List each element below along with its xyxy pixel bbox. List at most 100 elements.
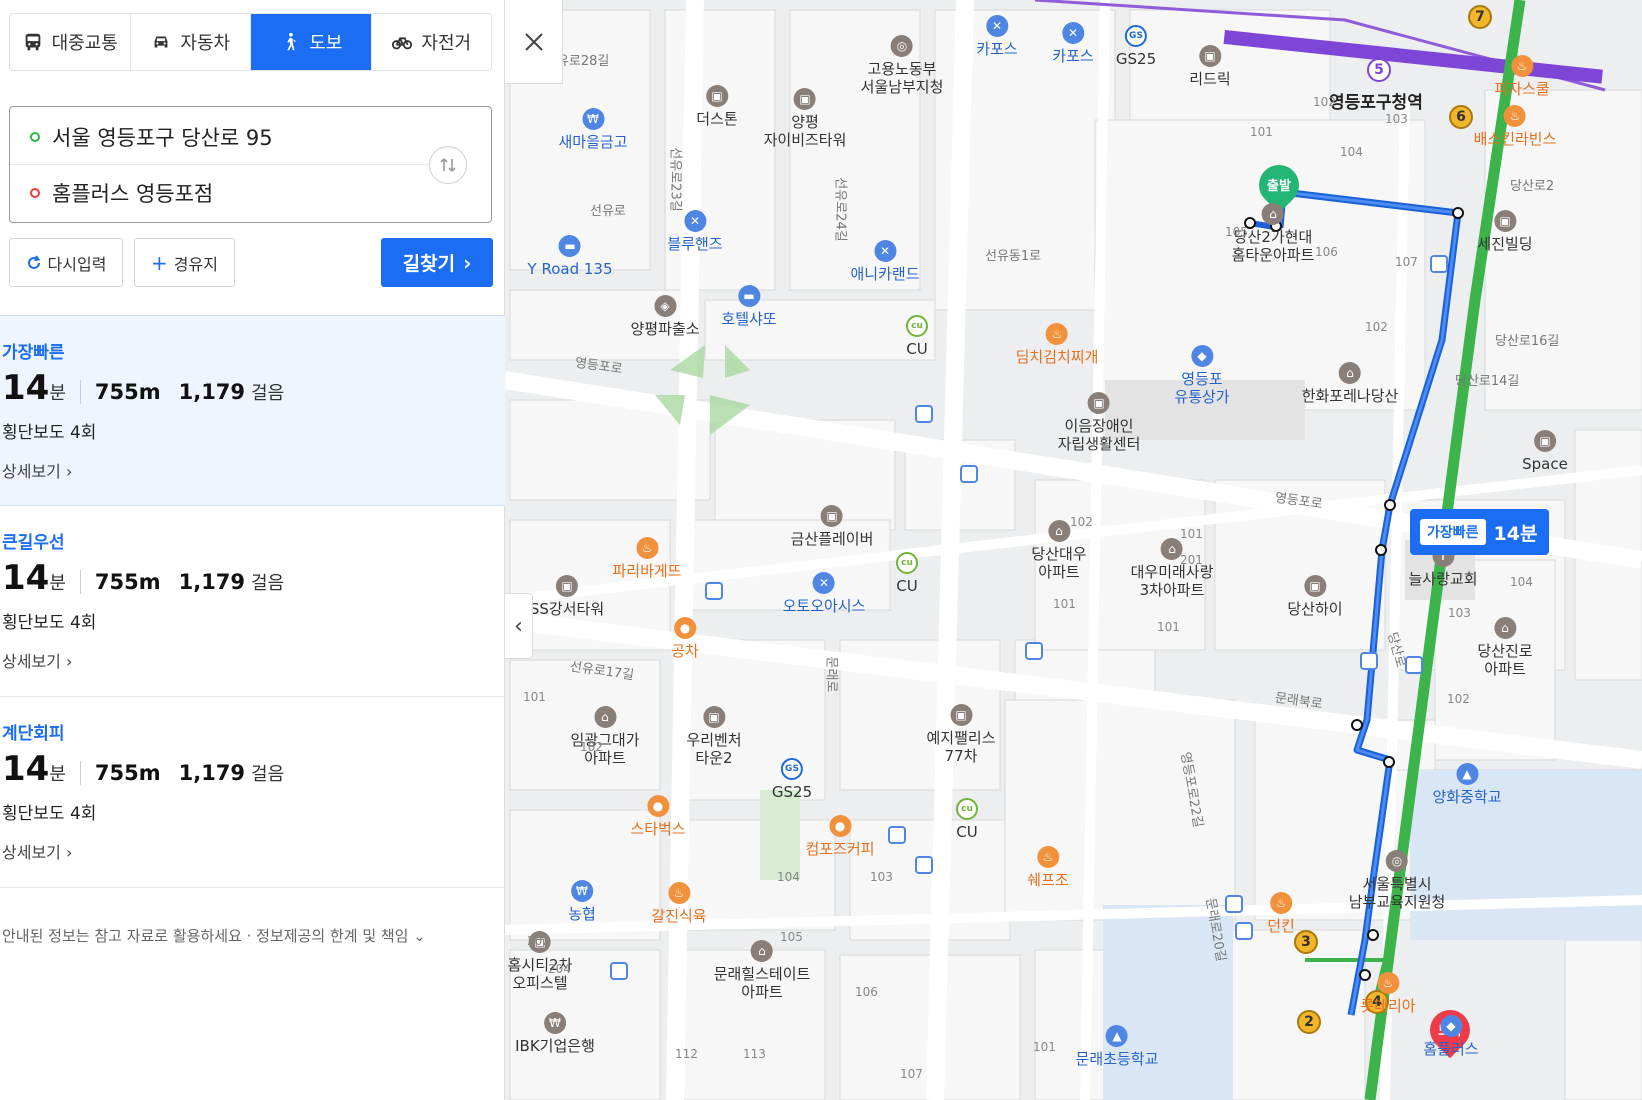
map-poi[interactable]: ₩ 농협 xyxy=(568,880,596,923)
route-time-tag[interactable]: 가장빠른 14분 xyxy=(1410,509,1550,555)
disclaimer-notice[interactable]: 안내된 정보는 참고 자료로 활용하세요 · 정보제공의 한계 및 책임 ⌄ xyxy=(2,925,426,946)
building-number: 204 xyxy=(548,962,571,976)
bus-stop-icon[interactable] xyxy=(1360,652,1378,670)
map-poi[interactable]: ▣ 양평 자이비즈타워 xyxy=(764,88,846,149)
poi-label: 영등포 유통상가 xyxy=(1174,370,1230,406)
bus-stop-icon[interactable] xyxy=(1225,895,1243,913)
map-poi[interactable]: ▣ 당산하이 xyxy=(1287,575,1343,618)
route-result-item[interactable]: 계단회피 14 분 755m 1,179 걸음 횡단보도 4회 상세보기 › xyxy=(0,697,505,888)
map-poi[interactable]: ● 스타벅스 xyxy=(630,795,686,838)
bike-icon xyxy=(392,37,413,50)
map-poi[interactable]: ▣ Space xyxy=(1522,430,1568,473)
police-icon: ◈ xyxy=(653,295,676,317)
close-button[interactable] xyxy=(505,0,563,84)
map-poi[interactable]: ✕ 카포스 xyxy=(1052,22,1094,65)
map-poi[interactable]: ♨ 피자스쿨 xyxy=(1494,55,1550,98)
map-poi[interactable]: ⌂ 대우미래사랑 3차아파트 xyxy=(1131,538,1213,599)
detail-link[interactable]: 상세보기 › xyxy=(2,839,72,863)
map-poi[interactable]: ⌂ 문래힐스테이트 아파트 xyxy=(714,940,810,1001)
detail-link[interactable]: 상세보기 › xyxy=(2,648,72,672)
map-poi[interactable]: ♨ 배스킨라빈스 xyxy=(1474,105,1556,148)
map-poi[interactable]: ▣ 우리벤처 타운2 xyxy=(686,706,742,767)
bus-stop-icon[interactable] xyxy=(1235,922,1253,940)
detail-link[interactable]: 상세보기 › xyxy=(2,458,72,482)
map-poi[interactable]: cu CU xyxy=(906,315,928,358)
map-poi[interactable]: ♨ 던킨 xyxy=(1267,892,1295,935)
find-route-button[interactable]: 길찾기 › xyxy=(381,238,493,287)
map-poi[interactable]: ♨ 갈진식육 xyxy=(651,882,707,925)
bus-stop-icon[interactable] xyxy=(960,465,978,483)
route-result-item[interactable]: 가장빠른 14 분 755m 1,179 걸음 횡단보도 4회 상세보기 › xyxy=(0,315,505,506)
map-poi[interactable]: ⌂ 당산대우 아파트 xyxy=(1031,520,1087,581)
map-poi[interactable]: ✕ 오토오아시스 xyxy=(783,572,865,615)
station-label[interactable]: 영등포구청역 xyxy=(1329,88,1423,113)
cu-icon: cu xyxy=(906,315,928,337)
map-poi[interactable]: cu CU xyxy=(896,552,918,595)
bus-stop-icon[interactable] xyxy=(1405,656,1423,674)
map-poi[interactable]: ⌂ 임광그대가 아파트 xyxy=(570,706,640,767)
map-poi[interactable]: GS GS25 xyxy=(1116,25,1156,68)
tab-car[interactable]: 자동차 xyxy=(131,14,251,70)
swap-button[interactable] xyxy=(429,146,467,184)
map-poi[interactable]: ▣ 리드릭 xyxy=(1189,45,1231,88)
map-poi[interactable]: ₩ 새마을금고 xyxy=(558,108,628,151)
map-view[interactable]: 5 6 7 3 4 2 영등포구청역 출발 도착 ◎고용노동부 서울남부지청✕카… xyxy=(505,0,1642,1100)
origin-field[interactable]: 서울 영등포구 당산로 95 xyxy=(10,109,430,165)
map-poi[interactable]: ♨ 딤치김치찌개 xyxy=(1016,323,1098,366)
map-poi[interactable]: ⌂ 한화포레나당산 xyxy=(1302,362,1398,405)
map-poi[interactable]: GS GS25 xyxy=(772,758,812,801)
map-poi[interactable]: ▣ 금산플레이버 xyxy=(791,505,873,548)
food-icon: ♨ xyxy=(1046,323,1068,345)
map-poi[interactable]: ♨ 쉐프조 xyxy=(1027,846,1069,889)
bus-stop-icon[interactable] xyxy=(888,826,906,844)
poi-label: 서울특별시 남부교육지원청 xyxy=(1348,875,1446,911)
destination-field[interactable]: 홈플러스 영등포점 xyxy=(10,165,430,221)
bus-stop-icon[interactable] xyxy=(610,962,628,980)
add-waypoint-button[interactable]: + 경유지 xyxy=(134,238,235,287)
crosswalk-count: 횡단보도 4회 xyxy=(2,613,97,633)
collapse-panel-button[interactable]: ‹ xyxy=(505,593,533,659)
reset-button[interactable]: 다시입력 xyxy=(9,238,123,287)
building-number: 101 xyxy=(1033,1040,1056,1054)
map-poi[interactable]: ◈ 양평파출소 xyxy=(630,295,700,338)
bus-stop-icon[interactable] xyxy=(705,582,723,600)
route-result-item[interactable]: 큰길우선 14 분 755m 1,179 걸음 횡단보도 4회 상세보기 › xyxy=(0,506,505,697)
map-poi[interactable]: ✕ 카포스 xyxy=(976,15,1018,58)
map-poi[interactable]: ▣ 예지팰리스 77차 xyxy=(926,704,996,765)
map-poi[interactable]: ▣ 세진빌딩 xyxy=(1477,210,1533,253)
tab-walk[interactable]: 도보 xyxy=(251,14,372,70)
map-poi[interactable]: ✕ 애니카랜드 xyxy=(850,240,920,283)
route-distance: 755m xyxy=(79,761,161,785)
building-icon: ▣ xyxy=(556,575,578,597)
map-poi[interactable]: ▣ 더스톤 xyxy=(696,85,738,128)
map-poi[interactable]: ● 공차 xyxy=(671,617,699,660)
map-poi[interactable]: ● 컴포즈커피 xyxy=(805,815,875,858)
bus-stop-icon[interactable] xyxy=(915,856,933,874)
tab-bike[interactable]: 자전거 xyxy=(372,14,492,70)
map-poi[interactable]: ✕ 블루핸즈 xyxy=(667,210,723,253)
bus-stop-icon[interactable] xyxy=(915,405,933,423)
map-poi[interactable]: ◆ 영등포 유통상가 xyxy=(1174,345,1230,406)
map-poi[interactable]: ◎ 서울특별시 남부교육지원청 xyxy=(1348,850,1446,911)
map-poi[interactable]: ▬ 호텔샤또 xyxy=(721,285,777,328)
tab-public-transit[interactable]: 대중교통 xyxy=(10,14,131,70)
map-poi[interactable]: ♨ 파리바게뜨 xyxy=(612,537,682,580)
map-poi[interactable]: ▲ 양화중학교 xyxy=(1432,763,1502,806)
map-poi[interactable]: ⌂ 당산진로 아파트 xyxy=(1477,617,1533,678)
map-poi[interactable]: cu CU xyxy=(956,798,978,841)
map-poi[interactable]: ▬ Y Road 135 xyxy=(528,235,612,278)
road-label: 선유로 xyxy=(590,204,626,219)
map-poi[interactable]: ◎ 고용노동부 서울남부지청 xyxy=(861,35,943,96)
map-poi[interactable]: ₩ IBK기업은행 xyxy=(515,1012,595,1055)
map-poi[interactable]: ▣ 이음장애인 자립생활센터 xyxy=(1058,392,1140,453)
map-poi[interactable]: ▣ SS강서타워 xyxy=(530,575,604,618)
poi-label: GS25 xyxy=(1115,50,1157,68)
apartment-icon: ⌂ xyxy=(750,940,773,962)
map-poi[interactable]: ♨ 롯데리아 xyxy=(1360,972,1416,1015)
food-icon: ♨ xyxy=(1037,846,1059,868)
bus-stop-icon[interactable] xyxy=(1025,642,1043,660)
map-poi[interactable]: ▲ 문래초등학교 xyxy=(1076,1025,1158,1068)
bus-stop-icon[interactable] xyxy=(1430,255,1448,273)
poi-label: 새마을금고 xyxy=(558,133,628,151)
map-poi[interactable]: ◆ 홈플러스 xyxy=(1423,1015,1479,1058)
